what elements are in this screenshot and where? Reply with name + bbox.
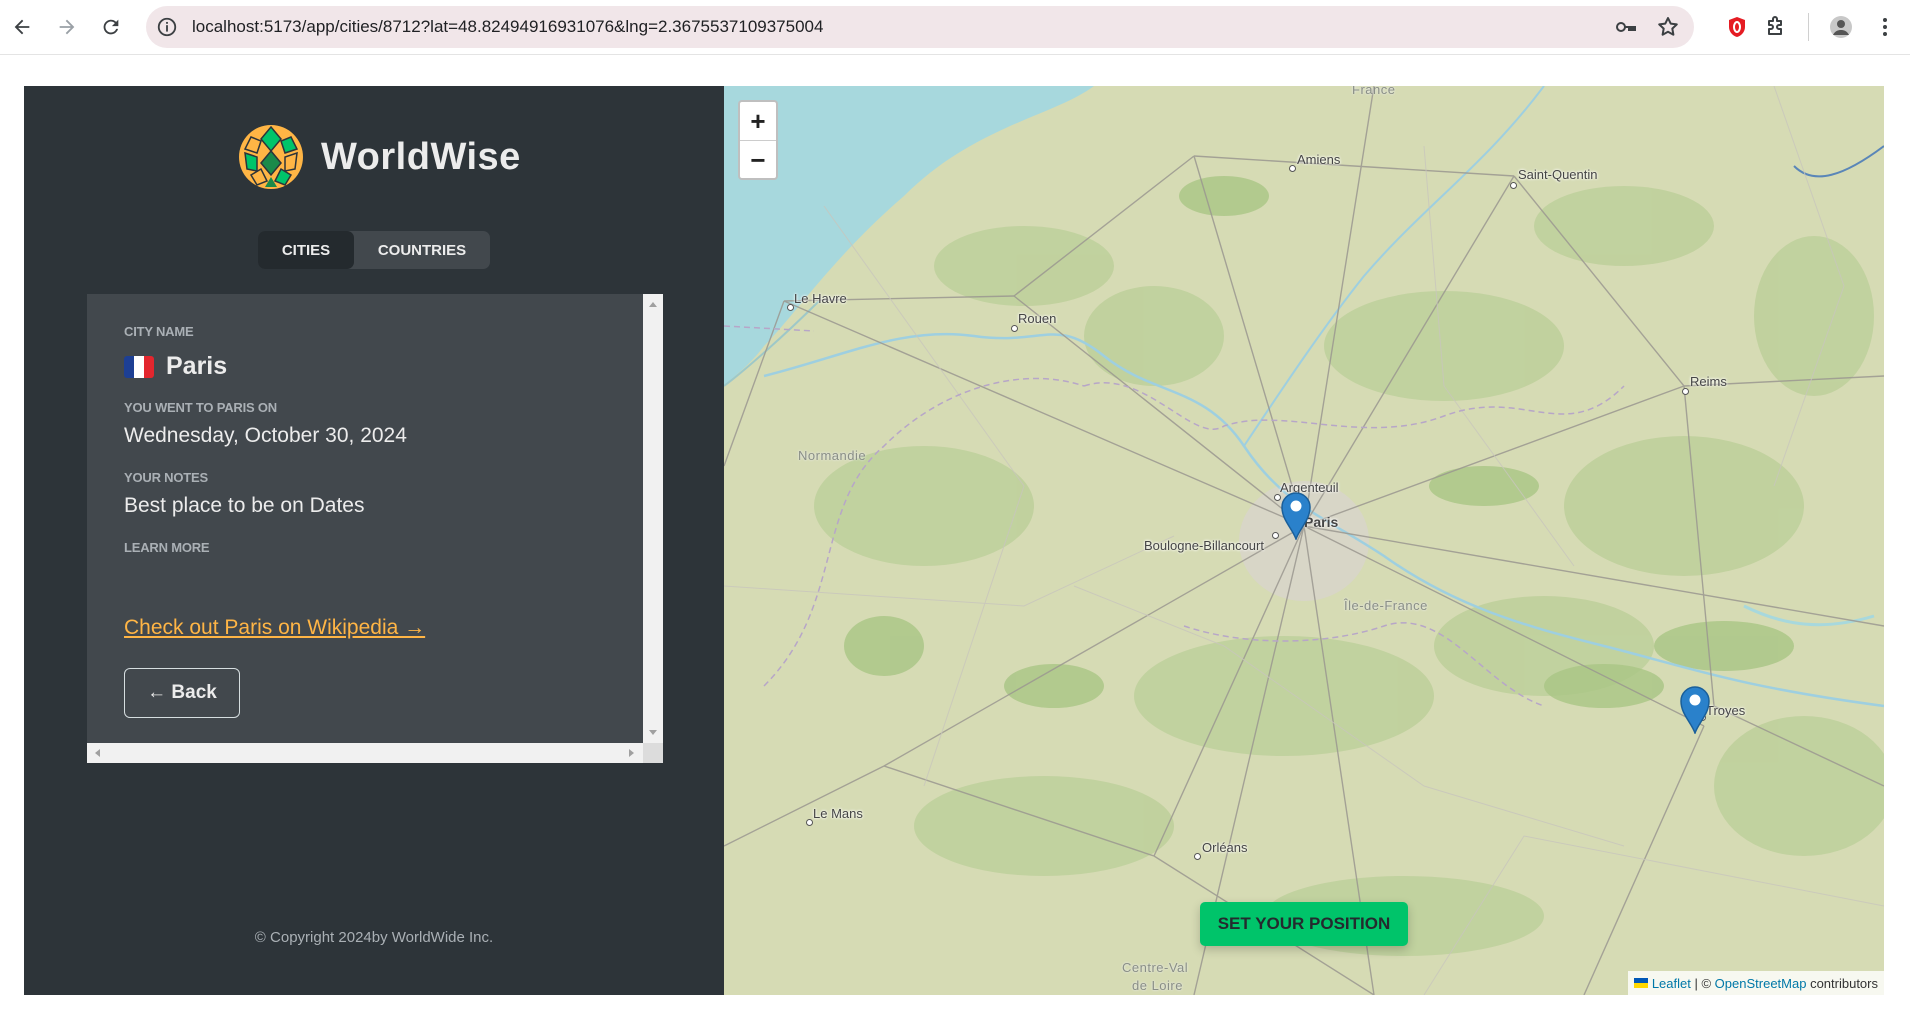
map-attribution: Leaflet | © OpenStreetMap contributors — [1627, 971, 1884, 995]
city-name: Paris — [166, 352, 228, 380]
city-heading: Paris — [124, 352, 227, 381]
visit-date: Wednesday, October 30, 2024 — [124, 424, 407, 447]
learn-more-label: Learn more — [124, 540, 210, 555]
city-dot-amiens — [1289, 165, 1296, 172]
brand-name: WorldWise — [321, 135, 521, 178]
profile-avatar-icon[interactable] — [1826, 12, 1856, 42]
scroll-up-arrow-icon[interactable] — [649, 302, 657, 307]
city-name-label: City name — [124, 324, 194, 339]
tab-cities[interactable]: Cities — [258, 231, 354, 269]
attribution-suffix: contributors — [1806, 975, 1878, 991]
place-label-reims: Reims — [1690, 374, 1727, 389]
map-marker-troyes[interactable] — [1679, 684, 1711, 734]
bookmark-star-icon[interactable] — [1656, 15, 1680, 39]
extensions-puzzle-icon[interactable] — [1760, 12, 1790, 42]
vertical-scrollbar[interactable] — [643, 294, 663, 743]
address-bar[interactable]: localhost:5173/app/cities/8712?lat=48.82… — [146, 6, 1694, 48]
browser-toolbar: localhost:5173/app/cities/8712?lat=48.82… — [0, 0, 1910, 55]
place-label-le-mans: Le Mans — [813, 806, 863, 821]
sidebar: WorldWise Cities Countries City name Par… — [24, 86, 724, 995]
place-label-orleans: Orléans — [1202, 840, 1248, 855]
visit-date-label: You went to Paris on — [124, 400, 277, 415]
scrollbar-corner — [643, 743, 663, 763]
place-label-amiens: Amiens — [1297, 152, 1341, 167]
tab-countries[interactable]: Countries — [354, 231, 490, 269]
horizontal-scrollbar[interactable] — [87, 743, 643, 763]
place-label-ile-de-france: Île-de-France — [1344, 598, 1428, 613]
worldwise-logo-icon — [239, 125, 303, 189]
map-tiles[interactable] — [724, 86, 1884, 995]
city-dot-le-havre — [787, 304, 794, 311]
copyright-text: © Copyright 2024by WorldWide Inc. — [254, 929, 494, 946]
logo[interactable]: WorldWise — [237, 122, 521, 192]
back-arrow-icon[interactable] — [5, 10, 39, 44]
leaflet-link[interactable]: Leaflet — [1652, 976, 1691, 991]
password-key-icon[interactable] — [1614, 15, 1638, 39]
map[interactable]: France Amiens Saint-Quentin Le Havre Rou… — [724, 86, 1884, 995]
place-label-boulogne-billancourt: Boulogne-Billancourt — [1144, 538, 1264, 553]
menu-kebab-icon[interactable] — [1870, 12, 1900, 42]
set-position-button[interactable]: Set your position — [1200, 902, 1408, 946]
city-dot-saint-quentin — [1510, 182, 1517, 189]
place-label-rouen: Rouen — [1018, 311, 1057, 326]
zoom-out-button[interactable]: − — [740, 140, 776, 178]
url-text[interactable]: localhost:5173/app/cities/8712?lat=48.82… — [192, 17, 823, 37]
map-marker-paris[interactable] — [1280, 490, 1312, 540]
city-details-scroll-area[interactable]: City name Paris You went to Paris on Wed… — [87, 294, 663, 763]
place-label-le-havre: Le Havre — [794, 291, 847, 306]
place-label-centre-val-de-loire-2: de Loire — [1132, 978, 1183, 993]
city-dot-boulogne — [1272, 532, 1279, 539]
opera-extension-icon[interactable] — [1722, 12, 1752, 42]
city-dot-reims — [1682, 388, 1689, 395]
forward-arrow-icon[interactable] — [50, 10, 84, 44]
city-dot-orleans — [1194, 853, 1201, 860]
toolbar-divider — [1808, 13, 1809, 41]
city-dot-rouen — [1011, 325, 1018, 332]
wikipedia-link[interactable]: Check out Paris on Wikipedia → — [124, 616, 425, 640]
zoom-in-button[interactable]: + — [740, 102, 776, 140]
place-label-normandie: Normandie — [798, 448, 867, 463]
place-label-hauts-de-france: France — [1352, 86, 1396, 97]
place-label-centre-val-de-loire: Centre-Val — [1122, 960, 1189, 975]
place-label-troyes: Troyes — [1706, 703, 1746, 718]
notes-text: Best place to be on Dates — [124, 494, 365, 517]
openstreetmap-link[interactable]: OpenStreetMap — [1715, 976, 1807, 991]
nav-tabs: Cities Countries — [258, 231, 490, 269]
notes-label: Your notes — [124, 470, 208, 485]
app-layout: WorldWise Cities Countries City name Par… — [24, 86, 1884, 995]
place-label-saint-quentin: Saint-Quentin — [1518, 167, 1598, 182]
back-button[interactable]: ← Back — [124, 668, 240, 718]
ukraine-flag-icon — [1633, 978, 1648, 988]
france-flag-icon — [124, 355, 154, 378]
site-info-icon[interactable] — [156, 16, 178, 38]
scroll-right-arrow-icon[interactable] — [629, 749, 634, 757]
zoom-control: + − — [738, 100, 778, 180]
scroll-down-arrow-icon[interactable] — [649, 730, 657, 735]
scroll-left-arrow-icon[interactable] — [95, 749, 100, 757]
city-dot-le-mans — [806, 819, 813, 826]
reload-icon[interactable] — [94, 10, 128, 44]
city-details: City name Paris You went to Paris on Wed… — [87, 294, 643, 743]
attribution-separator: | © — [1690, 975, 1715, 991]
